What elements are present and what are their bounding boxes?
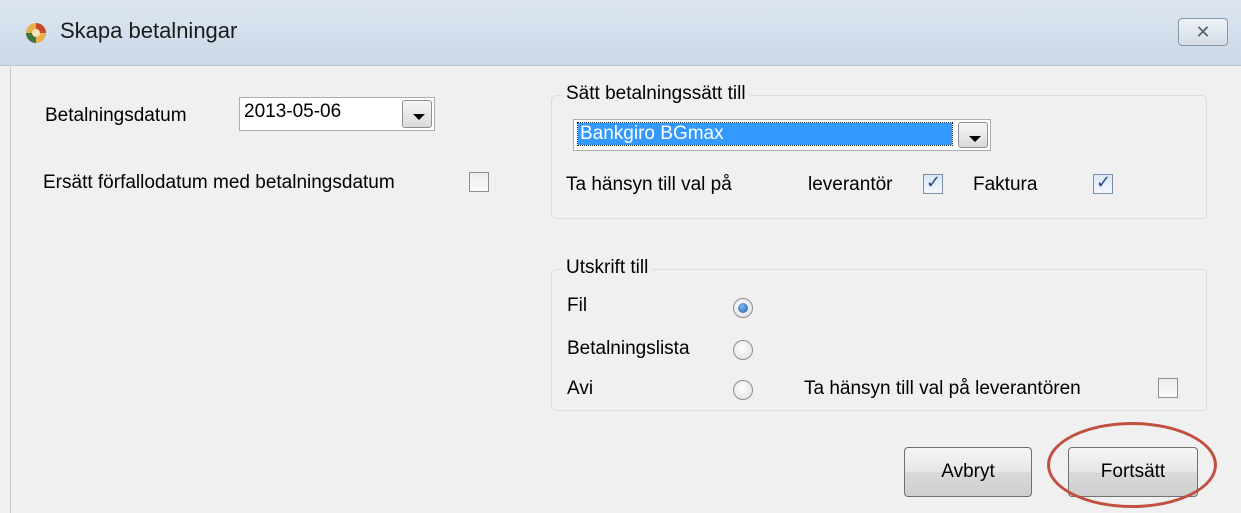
close-button[interactable]: ✕ [1178,18,1228,46]
replace-due-date-checkbox[interactable] [469,172,489,192]
print-option-payment-list-radio[interactable] [733,340,753,360]
print-output-group-title: Utskrift till [562,257,653,279]
payment-method-group-title: Sätt betalningssätt till [562,83,750,105]
close-icon: ✕ [1195,21,1211,42]
supplier-checkbox[interactable] [923,172,943,194]
consider-choice-label: Ta hänsyn till val på [566,174,732,195]
print-option-payment-list-label: Betalningslista [567,338,690,359]
payment-method-group: Sätt betalningssätt till [551,83,1207,219]
chevron-down-icon[interactable] [402,100,432,128]
payment-date-value: 2013-05-06 [244,101,342,122]
replace-due-date-label: Ersätt förfallodatum med betalningsdatum [43,172,395,193]
supplier-label: leverantör [808,174,893,195]
print-option-file-label: Fil [567,295,588,316]
payment-date-picker[interactable]: 2013-05-06 [239,97,435,131]
cancel-button-label: Avbryt [941,461,995,482]
payment-date-label: Betalningsdatum [45,105,187,126]
chevron-down-icon[interactable] [958,122,988,148]
consider-supplier-label: Ta hänsyn till val på leverantören [804,378,1081,399]
print-option-avi-radio[interactable] [733,380,753,400]
invoice-checkbox[interactable] [1093,172,1113,194]
dialog-body: Betalningsdatum 2013-05-06 Ersätt förfal… [10,67,1241,513]
annotation-highlight-ellipse [1047,422,1217,508]
payment-method-select[interactable]: Bankgiro BGmax [573,119,991,151]
print-option-avi-label: Avi [567,378,594,399]
title-bar: Skapa betalningar ✕ [0,0,1241,66]
consider-supplier-checkbox[interactable] [1158,378,1178,398]
app-logo-icon [26,23,46,43]
print-option-file-radio[interactable] [733,298,753,318]
invoice-label: Faktura [973,174,1038,195]
payment-method-value: Bankgiro BGmax [577,122,953,146]
cancel-button[interactable]: Avbryt [904,447,1032,497]
window-title: Skapa betalningar [60,18,238,43]
